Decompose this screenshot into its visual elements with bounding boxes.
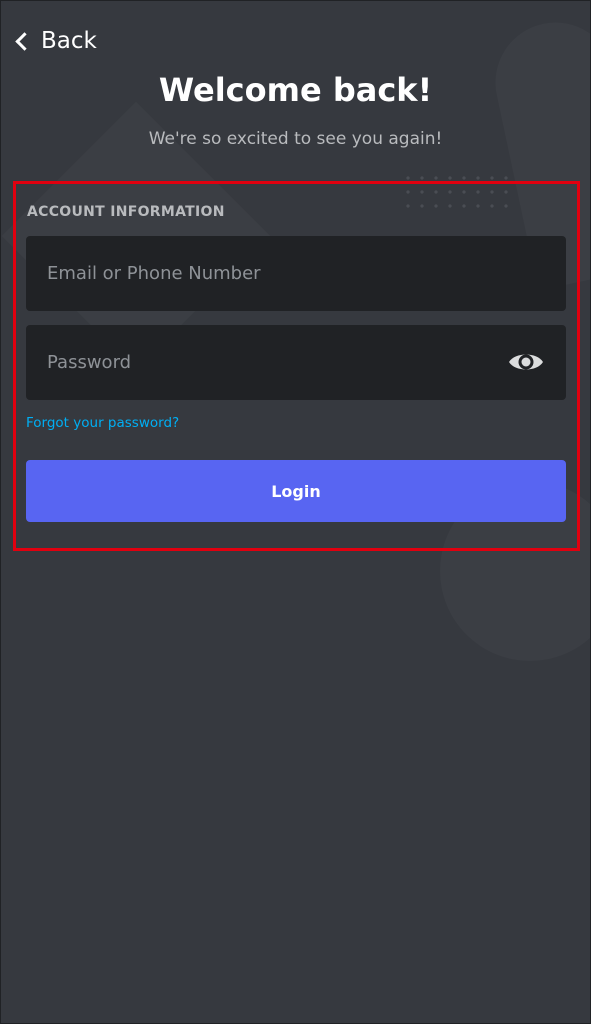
forgot-password-link[interactable]: Forgot your password? (26, 415, 179, 431)
page-title: Welcome back! (158, 71, 433, 109)
password-field-container (26, 325, 566, 400)
back-button[interactable]: Back (13, 25, 97, 57)
show-password-button[interactable] (508, 347, 544, 377)
chevron-left-icon (15, 31, 34, 51)
login-screen: Back Welcome back! We're so excited to s… (0, 0, 591, 1024)
login-button[interactable]: Login (26, 460, 566, 522)
email-field-container (26, 236, 566, 311)
eye-icon (509, 354, 543, 370)
email-input[interactable] (47, 263, 487, 284)
account-information-label: ACCOUNT INFORMATION (27, 204, 225, 220)
password-input[interactable] (47, 352, 487, 373)
page-subtitle: We're so excited to see you again! (148, 129, 443, 149)
back-button-label: Back (41, 28, 97, 54)
